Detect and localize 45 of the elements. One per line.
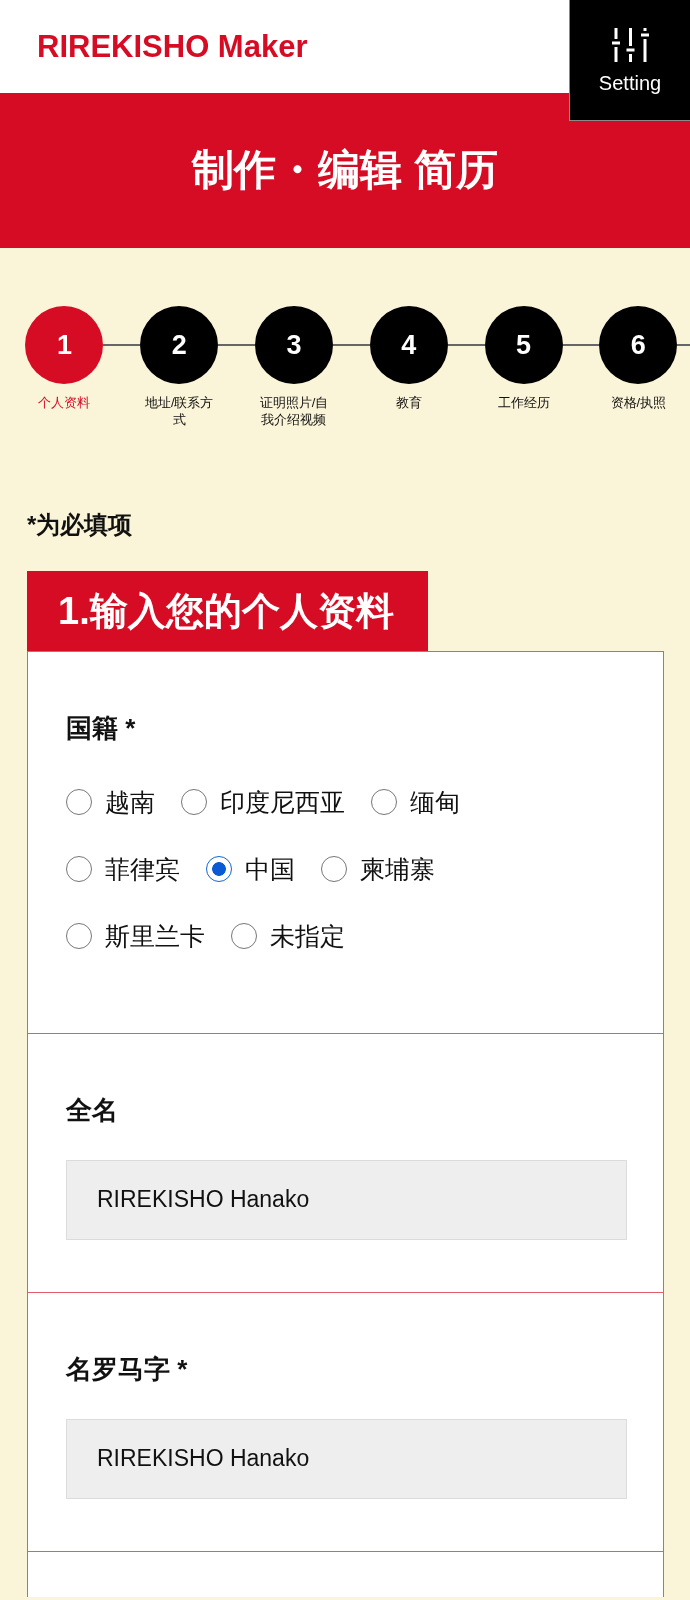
radio-button[interactable]: [371, 788, 397, 815]
field-label: 名罗马字 *: [66, 1352, 189, 1386]
step-label: 教育: [394, 395, 423, 412]
radio-button[interactable]: [66, 855, 92, 882]
step-label: 资格/执照: [609, 395, 668, 412]
radio-label[interactable]: 缅甸: [410, 781, 460, 822]
text-input-field[interactable]: RIREKISHO Hanako: [66, 1418, 627, 1499]
radio-label[interactable]: 柬埔寨: [360, 848, 435, 889]
step-label: 个人资料: [37, 395, 92, 412]
radio-button[interactable]: [181, 788, 207, 815]
radio-label[interactable]: 菲律宾: [105, 848, 180, 889]
step-circle[interactable]: 6: [599, 306, 678, 384]
step-connector: [677, 344, 690, 346]
radio-button[interactable]: [206, 855, 232, 882]
step-circle[interactable]: 3: [255, 306, 333, 384]
radio-label[interactable]: 中国: [245, 848, 295, 889]
step-circle[interactable]: 1: [25, 306, 104, 384]
step-connector: [562, 344, 600, 346]
step-label: 证明照片/自我介绍视频: [258, 395, 330, 429]
page-title: 制作・编辑 简历: [192, 145, 498, 196]
radio-button[interactable]: [231, 922, 257, 949]
required-note: *为必填项: [27, 509, 134, 540]
app-logo: RIREKISHO Maker: [37, 28, 308, 65]
radio-button[interactable]: [66, 922, 92, 949]
settings-button[interactable]: Setting: [569, 0, 690, 121]
sliders-icon: [611, 28, 649, 62]
step-circle[interactable]: 4: [369, 306, 448, 384]
radio-button[interactable]: [321, 855, 347, 882]
radio-label[interactable]: 越南: [105, 781, 155, 822]
step-label: 工作经历: [496, 395, 551, 412]
radio-label[interactable]: 未指定: [270, 915, 345, 956]
step-connector: [447, 344, 485, 346]
step-connector: [218, 344, 255, 346]
field-label: 国籍 *: [66, 711, 137, 745]
step-connector: [103, 344, 141, 346]
step-label: 地址/联系方式: [143, 395, 215, 429]
radio-button[interactable]: [66, 788, 92, 815]
radio-label[interactable]: 斯里兰卡: [105, 915, 205, 956]
field-label: 全名: [66, 1093, 119, 1127]
text-input-field[interactable]: RIREKISHO Hanako: [66, 1159, 627, 1240]
step-connector: [333, 344, 370, 346]
step-circle[interactable]: 2: [140, 306, 219, 384]
step-circle[interactable]: 5: [484, 306, 563, 384]
radio-label[interactable]: 印度尼西亚: [220, 781, 345, 822]
section-heading: 1.输入您的个人资料: [27, 570, 428, 651]
